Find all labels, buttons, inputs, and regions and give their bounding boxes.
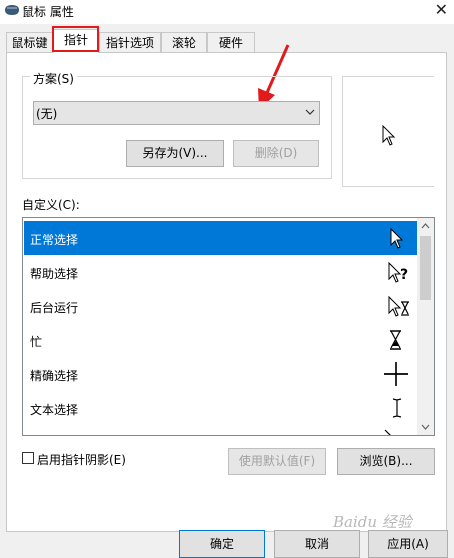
shadow-checkbox-label: 启用指针阴影(E) [37,453,126,467]
delete-button[interactable]: 删除(D) [233,140,319,167]
list-item-working-in-background[interactable]: 后台运行 [24,289,418,323]
tab-buttons[interactable]: 鼠标键 [6,32,53,52]
cursor-list[interactable]: 正常选择 帮助选择 ? 后台运行 忙 精确选择 文本选择 [22,217,435,436]
scroll-up-icon[interactable] [421,223,430,229]
window-title: 鼠标 属性 [22,5,74,19]
text-cursor-icon [392,398,402,418]
apply-button[interactable]: 应用(A) [368,530,448,558]
arrow-cursor-preview-icon [382,125,396,146]
tab-wheel[interactable]: 滚轮 [161,32,207,52]
list-item-label: 帮助选择 [30,267,79,281]
list-item-label: 文本选择 [30,403,79,417]
svg-text:?: ? [400,267,408,283]
tab-hardware[interactable]: 硬件 [207,32,255,52]
partial-cursor-icon [384,429,391,435]
scroll-down-icon[interactable] [421,424,430,430]
list-item-help-select[interactable]: 帮助选择 ? [24,255,418,289]
scheme-label: 方案(S) [30,70,77,87]
working-cursor-icon [388,295,409,317]
save-as-button[interactable]: 另存为(V)... [126,140,224,167]
close-icon[interactable]: ✕ [435,0,448,19]
list-item-label: 忙 [30,335,43,349]
list-item-busy[interactable]: 忙 [24,323,418,357]
scheme-select[interactable] [33,101,320,125]
browse-button[interactable]: 浏览(B)... [337,448,435,475]
use-default-button[interactable]: 使用默认值(F) [228,448,326,475]
ok-button[interactable]: 确定 [179,530,265,558]
list-item-label: 精确选择 [30,369,79,383]
list-item-precision-select[interactable]: 精确选择 [24,357,418,391]
scheme-select-value: (无) [36,107,58,121]
shadow-checkbox[interactable] [22,452,34,464]
list-item-text-select[interactable]: 文本选择 [24,391,418,425]
scrollbar-thumb[interactable] [420,236,431,300]
chevron-down-icon [305,109,315,115]
crosshair-cursor-icon [384,362,408,386]
arrow-cursor-icon [390,227,404,249]
watermark: Baidu 经验 [333,513,412,531]
list-item-label: 后台运行 [30,301,79,315]
list-item-label: 正常选择 [30,233,79,247]
help-cursor-icon: ? [388,261,408,283]
highlight-box [52,26,99,52]
list-item-normal-select[interactable]: 正常选择 [24,221,418,255]
tab-pointer-options[interactable]: 指针选项 [99,32,161,52]
busy-cursor-icon [390,330,401,350]
cancel-button[interactable]: 取消 [274,530,360,558]
customize-label: 自定义(C): [22,198,80,212]
mouse-icon [5,5,19,15]
